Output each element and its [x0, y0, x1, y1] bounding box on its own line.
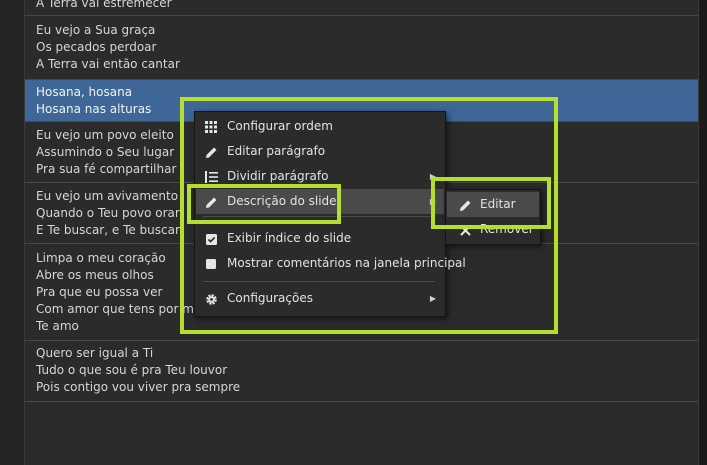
checkbox-unchecked-icon: [204, 257, 218, 271]
menu-item-label: Dividir parágrafo: [227, 169, 329, 183]
slide-line: Os pecados perdoar: [36, 40, 157, 54]
submenu: Editar Remover: [445, 189, 541, 245]
checkbox-checked-icon: [204, 232, 218, 246]
chevron-right-icon: ▶: [429, 197, 436, 206]
slide-line: Tudo o que sou é pra Teu louvor: [36, 363, 228, 377]
close-icon: [458, 223, 472, 237]
slide-line: Hosana, hosana: [36, 85, 133, 99]
context-menu: Configurar ordem Editar parágrafo Dividi…: [194, 111, 466, 317]
submenu-item-editar[interactable]: Editar: [447, 192, 539, 217]
chevron-right-icon: ▶: [429, 172, 436, 181]
menu-item-label: Mostrar comentários na janela principal: [227, 256, 466, 270]
menu-item-descricao-do-slide[interactable]: Descrição do slide ▶: [196, 189, 444, 214]
pencil-icon: [204, 195, 218, 209]
slide-item[interactable]: Eu vejo a Sua graça Os pecados perdoar A…: [25, 16, 699, 80]
slide-line: Te amo: [36, 319, 79, 333]
menu-item-label: Configurações: [227, 291, 313, 305]
chevron-right-icon: ▶: [429, 294, 436, 303]
slide-line: Eu vejo a Sua graça: [36, 23, 156, 37]
slide-item[interactable]: Quero ser igual a Ti Tudo o que sou é pr…: [25, 341, 699, 402]
menu-item-configurar-ordem[interactable]: Configurar ordem: [196, 114, 444, 139]
grid-icon: [204, 120, 218, 134]
menu-item-label: Editar parágrafo: [227, 144, 326, 158]
submenu-item-label: Editar: [480, 197, 516, 211]
pencil-icon: [458, 198, 472, 212]
left-panel-edge: [0, 0, 24, 465]
menu-item-exibir-indice[interactable]: Exibir índice do slide: [196, 226, 444, 251]
menu-item-label: Descrição do slide: [227, 194, 337, 208]
menu-item-label: Configurar ordem: [227, 119, 333, 133]
menu-item-mostrar-comentarios[interactable]: Mostrar comentários na janela principal: [196, 251, 466, 276]
menu-item-label: Exibir índice do slide: [227, 231, 352, 245]
slide-line: Quero ser igual a Ti: [36, 346, 154, 360]
menu-item-editar-paragrafo[interactable]: Editar parágrafo: [196, 139, 444, 164]
menu-separator: [203, 216, 435, 217]
slide-line: Pois contigo vou viver pra sempre: [36, 380, 241, 394]
submenu-item-label: Remover: [480, 222, 534, 236]
split-lines-icon: [204, 170, 218, 184]
pencil-icon: [204, 145, 218, 159]
menu-separator: [203, 281, 435, 282]
gear-icon: [204, 292, 218, 306]
scrollbar-track[interactable]: [698, 0, 707, 465]
menu-item-configuracoes[interactable]: Configurações ▶: [196, 286, 444, 311]
menu-item-dividir-paragrafo[interactable]: Dividir parágrafo ▶: [196, 164, 444, 189]
slide-line: A Terra vai estremecer: [36, 0, 172, 10]
submenu-item-remover[interactable]: Remover: [447, 217, 539, 242]
slide-line: A Terra vai então cantar: [36, 57, 180, 71]
slide-item[interactable]: A Terra vai estremecer: [25, 0, 699, 16]
